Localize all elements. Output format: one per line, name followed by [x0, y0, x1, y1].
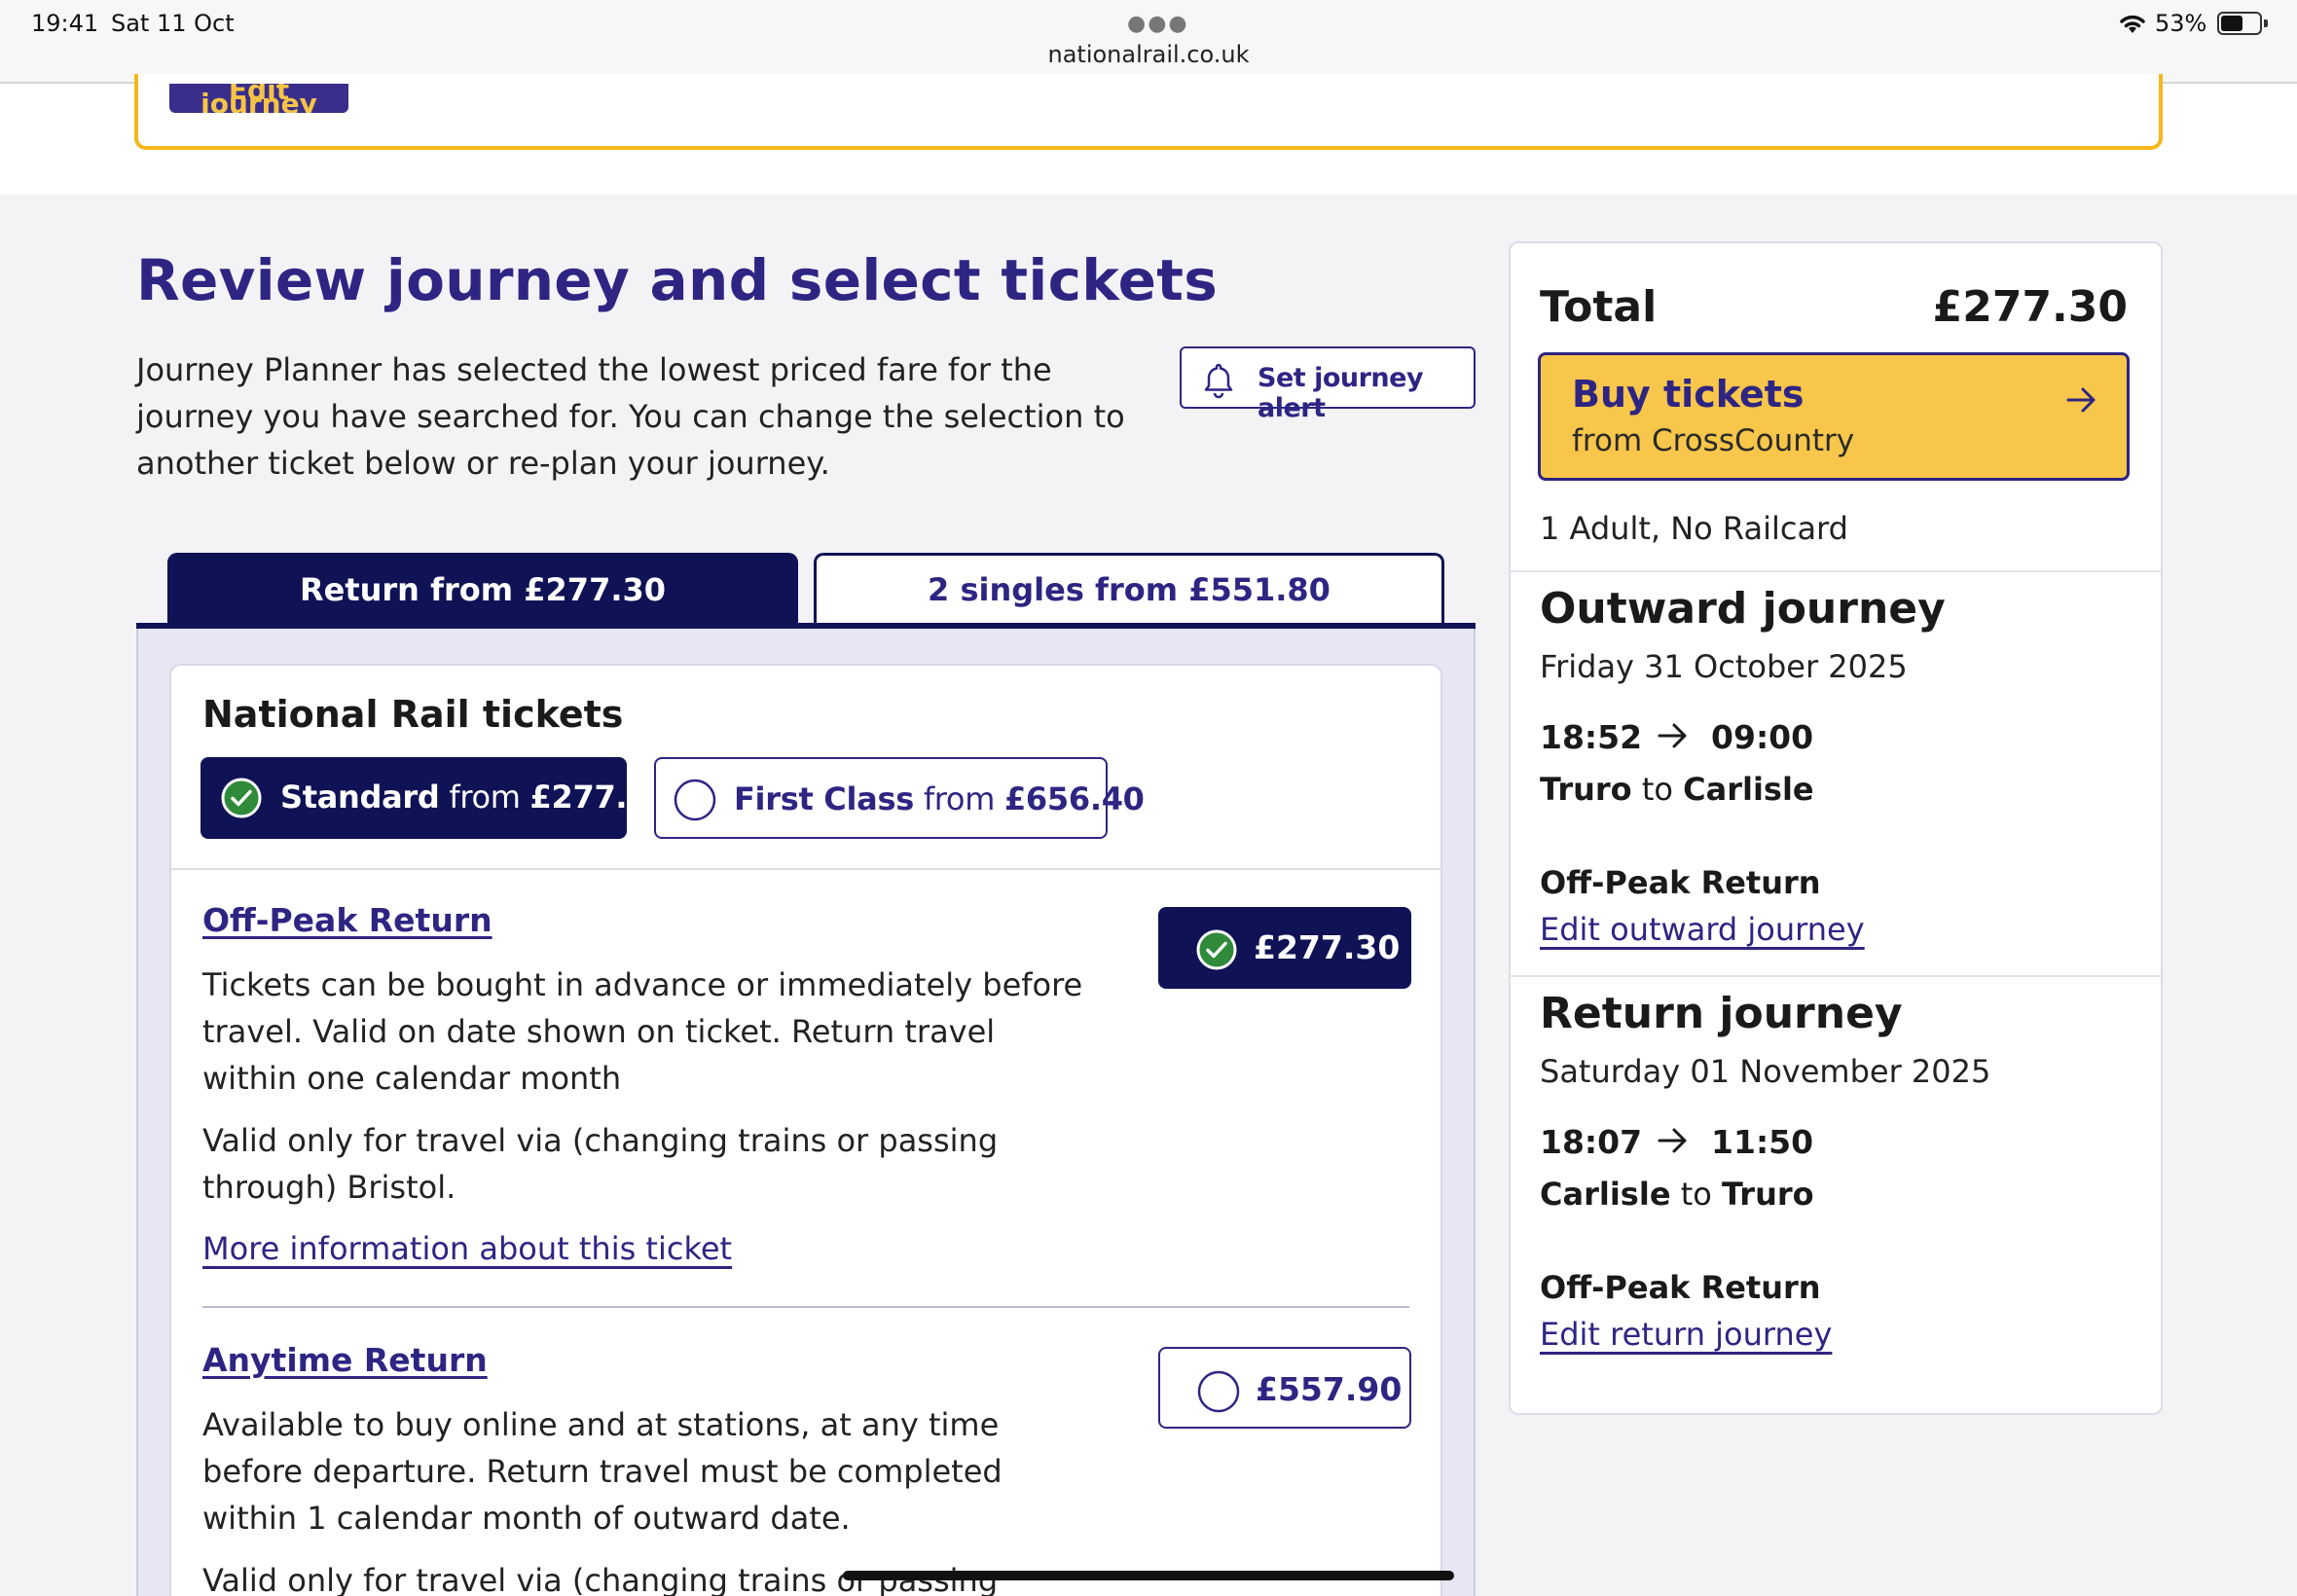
passenger-summary: 1 Adult, No Railcard — [1540, 510, 1848, 547]
outward-route: Truro to Carlisle — [1540, 771, 1814, 808]
total-amount: £277.30 — [1932, 282, 2128, 332]
bell-icon — [1201, 362, 1236, 403]
ticket-name-off-peak-return[interactable]: Off-Peak Return — [202, 901, 492, 939]
tab-return[interactable]: Return from £277.30 — [167, 553, 798, 627]
ticket-description: Available to buy online and at stations,… — [202, 1406, 1003, 1537]
outward-times: 18:52 09:00 — [1540, 718, 1813, 760]
home-indicator[interactable] — [843, 1571, 1454, 1580]
standard-class-button[interactable]: Standard from £277.30 — [201, 757, 671, 839]
national-rail-tickets-heading: National Rail tickets — [202, 693, 624, 736]
more-dots-icon[interactable]: ●●● — [1127, 12, 1189, 36]
summary-divider — [1511, 975, 2161, 977]
return-times: 18:07 11:50 — [1540, 1123, 1813, 1165]
set-journey-alert-label: Set journey alert — [1258, 363, 1424, 423]
return-journey-heading: Return journey — [1540, 989, 1903, 1038]
search-summary-strip: Edit journey — [0, 74, 2297, 195]
clock: 19:41 — [31, 10, 99, 37]
ticket-separator — [202, 1306, 1409, 1308]
summary-divider — [1511, 570, 2161, 572]
arrow-right-icon — [2062, 381, 2101, 423]
battery-icon — [2217, 12, 2268, 35]
edit-outward-journey-link[interactable]: Edit outward journey — [1540, 911, 1865, 948]
edit-journey-button[interactable]: Edit journey — [169, 84, 348, 113]
radio-empty-icon — [674, 779, 716, 825]
address-bar-url[interactable]: nationalrail.co.uk — [0, 41, 2297, 68]
arrow-right-icon — [1654, 719, 1700, 760]
depart-time: 18:52 — [1540, 718, 1643, 756]
battery-percent: 53% — [2155, 10, 2207, 37]
destination-station: Carlisle — [1683, 771, 1814, 808]
check-circle-icon — [220, 777, 263, 823]
buy-from-operator: from CrossCountry — [1572, 423, 1855, 458]
ticket-price: £557.90 — [1256, 1370, 1403, 1408]
ticket-validity: Valid only for travel via (changing trai… — [202, 1122, 999, 1206]
tab-2-singles[interactable]: 2 singles from £551.80 — [814, 553, 1444, 627]
intro-text: Journey Planner has selected the lowest … — [136, 351, 1125, 482]
wifi-icon — [2118, 12, 2147, 39]
destination-station: Truro — [1721, 1176, 1814, 1213]
ticket-price-button-selected[interactable]: £277.30 — [1158, 907, 1411, 989]
outward-journey-heading: Outward journey — [1540, 584, 1946, 634]
buy-tickets-label: Buy tickets — [1572, 373, 1805, 416]
class-from: from — [923, 780, 996, 817]
page-title: Review journey and select tickets — [136, 247, 1219, 313]
origin-station: Truro — [1540, 771, 1632, 808]
origin-station: Carlisle — [1540, 1176, 1671, 1213]
status-date: Sat 11 Oct — [111, 10, 235, 37]
edit-return-journey-link[interactable]: Edit return journey — [1540, 1316, 1832, 1353]
more-info-link[interactable]: More information about this ticket — [202, 1230, 732, 1267]
class-name: Standard — [280, 779, 440, 816]
arrive-time: 09:00 — [1711, 718, 1814, 756]
return-date: Saturday 01 November 2025 — [1540, 1053, 1991, 1090]
class-price: £656.40 — [1003, 780, 1145, 817]
check-circle-icon — [1195, 928, 1238, 975]
route-to: to — [1680, 1176, 1712, 1213]
return-route: Carlisle to Truro — [1540, 1176, 1814, 1213]
class-price: £277.30 — [529, 779, 671, 816]
return-ticket-type: Off-Peak Return — [1540, 1269, 1821, 1306]
first-class-button[interactable]: First Class from £656.40 — [654, 757, 1145, 839]
ticket-description: Tickets can be bought in advance or imme… — [202, 966, 1083, 1097]
total-label: Total — [1540, 282, 1658, 332]
section-divider — [171, 868, 1440, 870]
depart-time: 18:07 — [1540, 1123, 1643, 1161]
outward-date: Friday 31 October 2025 — [1540, 648, 1908, 685]
route-to: to — [1641, 771, 1673, 808]
browser-status-bar: 19:41 Sat 11 Oct ●●● nationalrail.co.uk … — [0, 0, 2297, 84]
set-journey-alert-button[interactable]: Set journey alert — [1180, 346, 1476, 423]
class-from: from — [449, 779, 521, 816]
buy-tickets-button[interactable]: Buy tickets from CrossCountry — [1538, 352, 2130, 481]
radio-empty-icon — [1197, 1370, 1240, 1417]
ticket-name-anytime-return[interactable]: Anytime Return — [202, 1341, 488, 1379]
arrive-time: 11:50 — [1711, 1123, 1814, 1161]
arrow-right-icon — [1654, 1124, 1700, 1165]
journey-search-box — [134, 74, 2163, 150]
outward-ticket-type: Off-Peak Return — [1540, 864, 1821, 901]
ticket-price: £277.30 — [1254, 928, 1401, 966]
class-name: First Class — [734, 780, 914, 817]
ticket-price-button[interactable]: £557.90 — [1158, 1347, 1411, 1429]
